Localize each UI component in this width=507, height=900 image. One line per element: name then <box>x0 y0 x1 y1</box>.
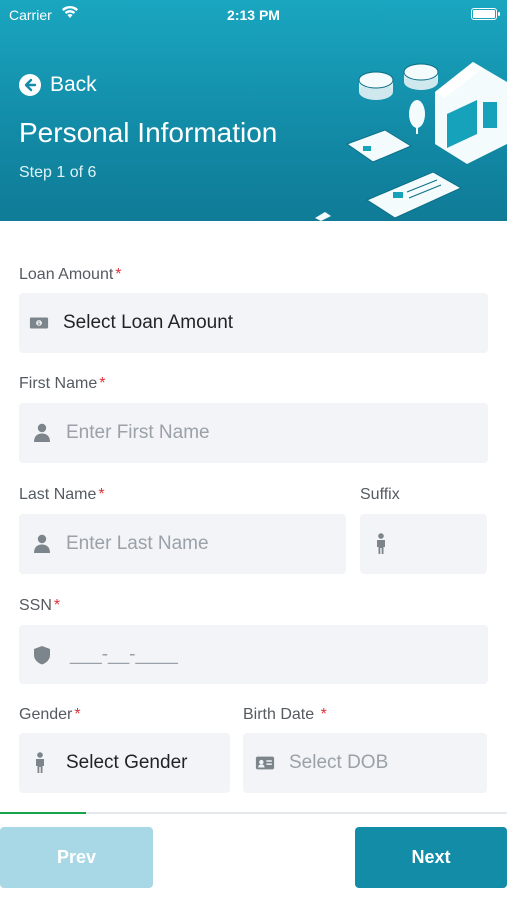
shield-icon <box>32 645 52 665</box>
birth-date-picker[interactable]: Select DOB <box>243 733 487 793</box>
suffix-label: Suffix <box>360 486 400 503</box>
last-name-placeholder: Enter Last Name <box>66 533 209 554</box>
ssn-placeholder: ___-__-____ <box>70 643 178 665</box>
last-name-label: Last Name * <box>19 486 105 503</box>
prev-button[interactable]: Prev <box>0 827 153 888</box>
ssn-label: SSN * <box>19 597 61 614</box>
loan-amount-select[interactable]: $ Select Loan Amount <box>19 293 488 353</box>
person-icon <box>32 534 52 554</box>
gender-select[interactable]: Select Gender <box>19 733 230 793</box>
svg-text:$: $ <box>37 321 41 327</box>
progress-bar <box>0 812 507 814</box>
header-banner: Carrier 2:13 PM Back Personal Informatio… <box>0 0 507 221</box>
step-indicator: Step 1 of 6 <box>19 164 97 181</box>
first-name-field[interactable]: Enter First Name <box>19 403 488 463</box>
person-standing-icon <box>30 752 50 773</box>
back-label: Back <box>50 73 97 96</box>
page-title: Personal Information <box>19 117 278 148</box>
battery-icon <box>471 8 500 20</box>
next-button[interactable]: Next <box>355 827 507 888</box>
first-name-placeholder: Enter First Name <box>66 422 210 443</box>
person-icon <box>32 423 52 443</box>
loan-amount-value: Select Loan Amount <box>63 312 234 333</box>
progress-fill <box>0 812 87 814</box>
last-name-field[interactable]: Enter Last Name <box>19 514 346 574</box>
clock: 2:13 PM <box>227 7 280 23</box>
id-card-icon <box>255 753 275 773</box>
birth-date-placeholder: Select DOB <box>289 752 389 773</box>
back-button[interactable]: Back <box>19 73 97 97</box>
birth-date-label: Birth Date * <box>243 706 327 723</box>
gender-label: Gender * <box>19 706 81 723</box>
arrow-left-icon <box>19 74 41 96</box>
person-standing-icon <box>371 533 391 554</box>
money-icon: $ <box>29 313 49 333</box>
loan-amount-label: Loan Amount * <box>19 266 122 283</box>
gender-value: Select Gender <box>66 752 188 773</box>
house-loan-illustration <box>315 62 507 221</box>
status-bar: Carrier 2:13 PM <box>0 0 507 30</box>
first-name-label: First Name * <box>19 375 106 392</box>
suffix-select[interactable] <box>360 514 487 574</box>
ssn-field[interactable]: ___-__-____ <box>19 625 488 684</box>
